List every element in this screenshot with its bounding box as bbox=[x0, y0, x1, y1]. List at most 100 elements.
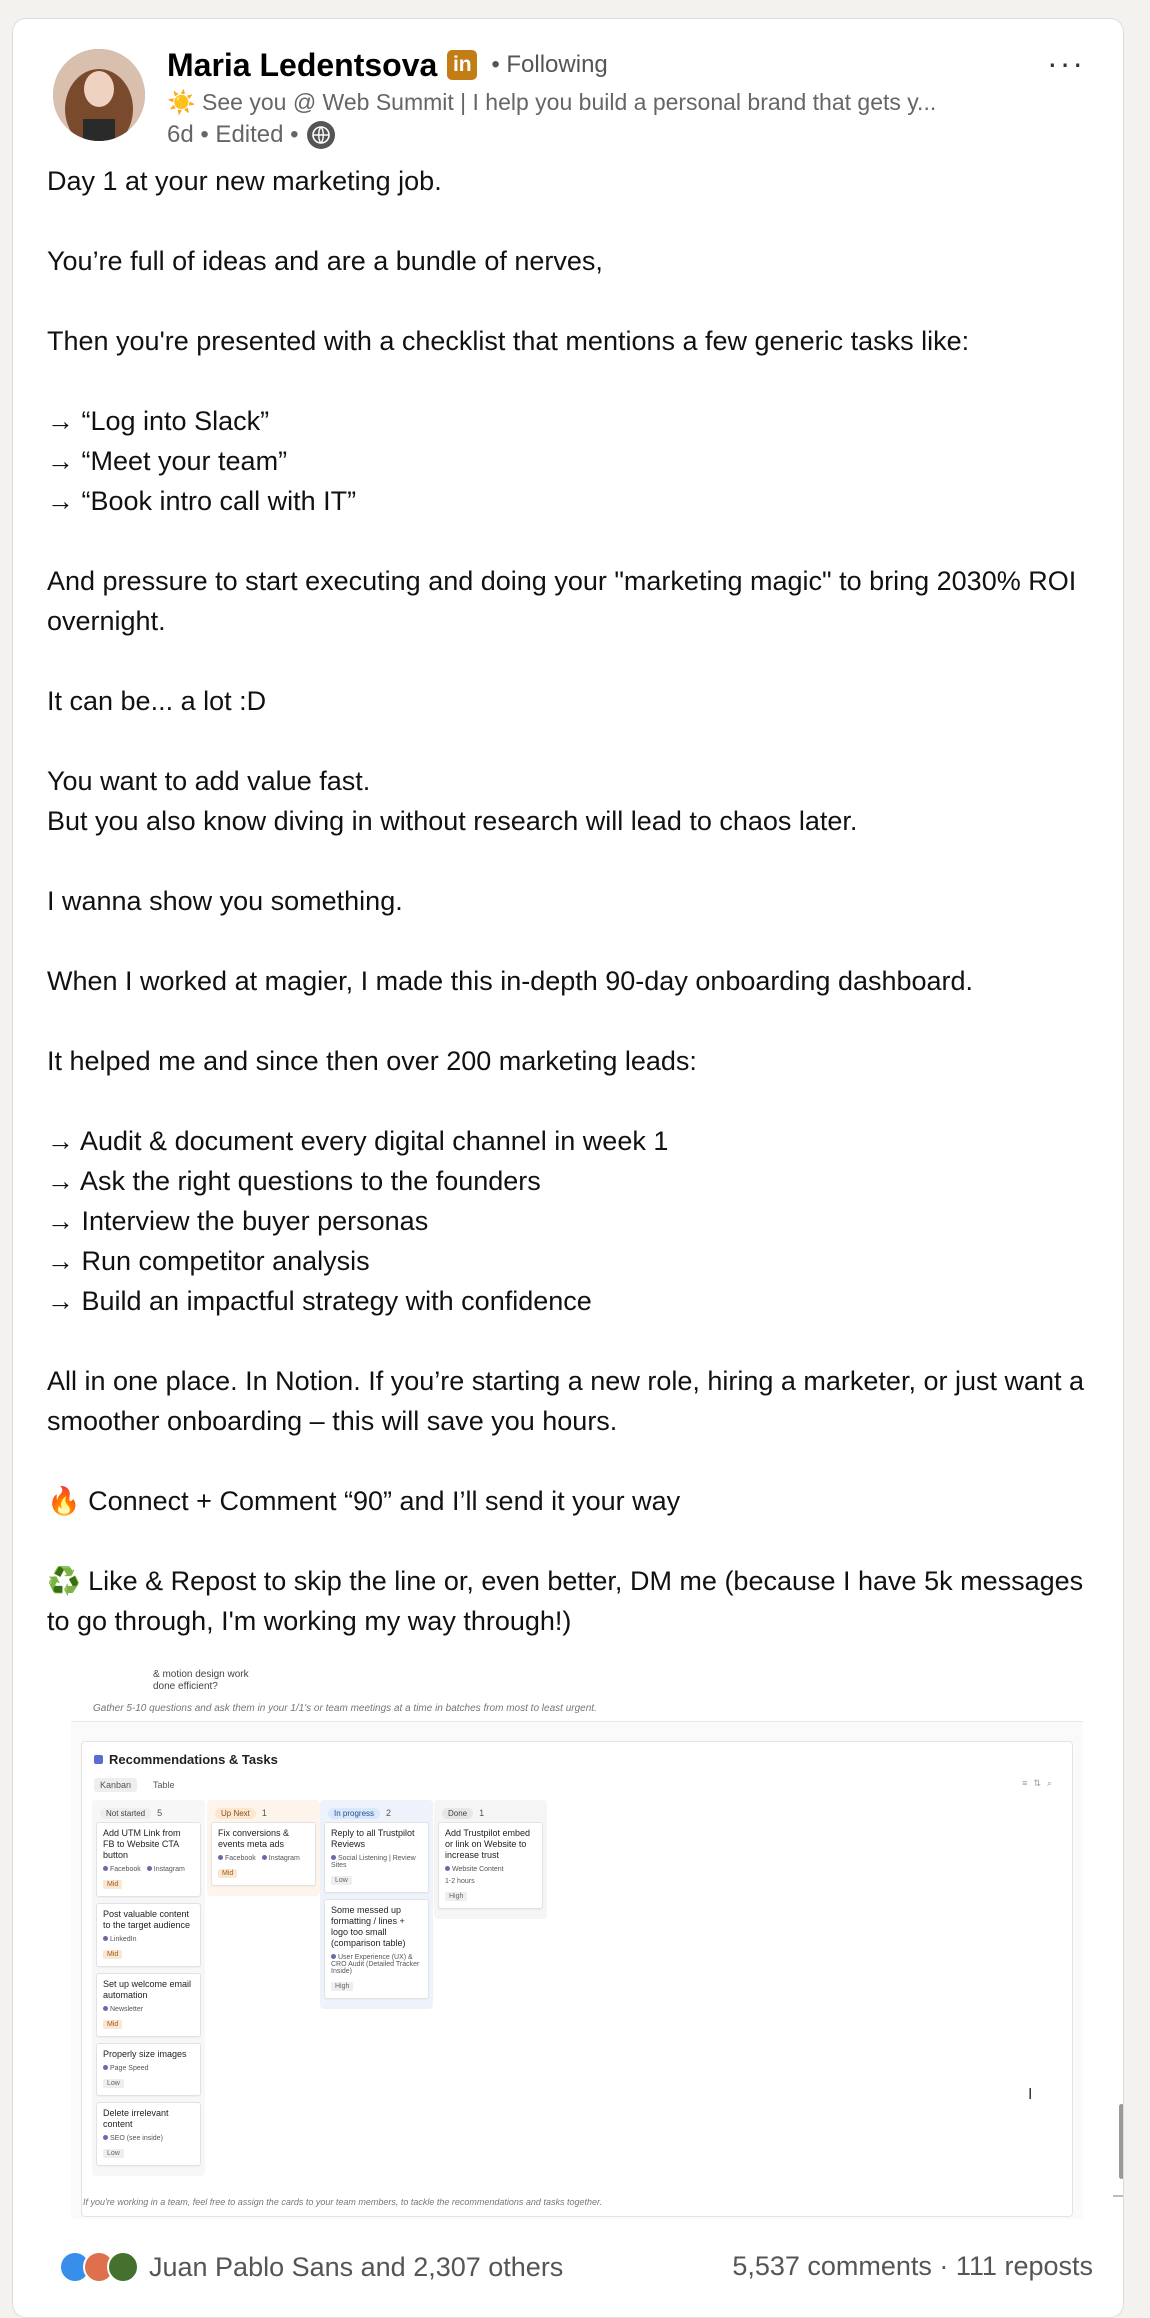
card-label-text: SEO (see inside) bbox=[110, 2135, 163, 2142]
label-dot-icon bbox=[103, 2065, 108, 2070]
card-labels: Page Speed bbox=[103, 2065, 194, 2072]
more-options-button[interactable]: ··· bbox=[1047, 47, 1085, 79]
post-line: → “Book intro call with IT” bbox=[47, 486, 357, 516]
card-labels: User Experience (UX) & CRO Audit (Detail… bbox=[331, 1954, 422, 1975]
priority-badge: Low bbox=[331, 1876, 352, 1885]
author-headline: ☀️ See you @ Web Summit | I help you bui… bbox=[167, 89, 937, 115]
priority-badge: Mid bbox=[103, 2020, 123, 2029]
screenshot-gather-note: Gather 5-10 questions and ask them in yo… bbox=[93, 1703, 597, 1714]
post-line: → Interview the buyer personas bbox=[47, 1206, 429, 1236]
post-line: When I worked at magier, I made this in-… bbox=[47, 966, 974, 996]
card-label: SEO (see inside) bbox=[103, 2135, 163, 2142]
card-label: LinkedIn bbox=[103, 1936, 136, 1943]
post-line: You want to add value fast. bbox=[47, 766, 371, 796]
card-labels: Website Content bbox=[445, 1866, 536, 1873]
card-title: Add Trustpilot embed or link on Website … bbox=[445, 1828, 531, 1860]
priority-badge: High bbox=[445, 1892, 468, 1901]
kanban-card: Reply to all Trustpilot Reviews Social Li… bbox=[324, 1822, 429, 1893]
post-line: → Build an impactful strategy with confi… bbox=[47, 1286, 592, 1316]
post-line: But you also know diving in without rese… bbox=[47, 806, 858, 836]
linkedin-premium-icon: in bbox=[447, 50, 478, 80]
collapse-dash-icon bbox=[1113, 2195, 1123, 2197]
card-time-estimate: 1-2 hours bbox=[445, 1878, 475, 1885]
panel-title-text: Recommendations & Tasks bbox=[109, 1752, 278, 1767]
post-line: Then you're presented with a checklist t… bbox=[47, 326, 970, 356]
post-meta: 6d • Edited • bbox=[167, 119, 335, 151]
post-line: → Audit & document every digital channel… bbox=[47, 1126, 669, 1156]
post-line: And pressure to start executing and doin… bbox=[47, 566, 1077, 636]
card-title: Fix conversions & events meta ads bbox=[218, 1828, 290, 1849]
author-avatar[interactable] bbox=[53, 49, 145, 141]
column-header: In progress 2 bbox=[324, 1804, 429, 1822]
card-label-text: Newsletter bbox=[110, 2006, 144, 2013]
card-label-text: Website Content bbox=[452, 1866, 504, 1873]
label-dot-icon bbox=[103, 2006, 108, 2011]
screenshot-footer-note: If you're working in a team, feel free t… bbox=[83, 2197, 603, 2207]
priority-badge: Low bbox=[103, 2149, 124, 2158]
card-label-text: LinkedIn bbox=[110, 1936, 137, 1943]
label-dot-icon bbox=[103, 2135, 108, 2140]
column-count: 2 bbox=[386, 1808, 392, 1818]
comments-reposts-count[interactable]: 5,537 comments · 111 reposts bbox=[732, 2251, 1093, 2282]
card-title: Properly size images bbox=[103, 2049, 187, 2059]
post-image[interactable]: & motion design work done efficient? Gat… bbox=[71, 1659, 1083, 2219]
following-status: • Following bbox=[491, 51, 608, 78]
post-line: 🔥 Connect + Comment “90” and I’ll send i… bbox=[47, 1486, 681, 1516]
card-label: Website Content bbox=[445, 1866, 504, 1873]
reactions-summary[interactable]: Juan Pablo Sans and 2,307 others bbox=[59, 2251, 563, 2283]
card-label: Facebook bbox=[103, 1866, 141, 1873]
priority-badge: Mid bbox=[103, 1950, 123, 1959]
post-line: → “Log into Slack” bbox=[47, 406, 270, 436]
column-header: Done 1 bbox=[438, 1804, 543, 1822]
author-name[interactable]: Maria Ledentsova bbox=[167, 45, 437, 85]
kanban-column: Not started 5 Add UTM Link from FB to Webs… bbox=[92, 1800, 205, 2176]
label-dot-icon bbox=[146, 1866, 152, 1871]
kanban-column: Done 1 Add Trustpilot embed or link on Web… bbox=[434, 1800, 547, 1919]
kanban-card: Some messed up formatting / lines + logo… bbox=[324, 1899, 429, 1999]
card-label-text: Social Listening | Review Sites bbox=[331, 1855, 416, 1869]
column-count: 5 bbox=[157, 1808, 163, 1818]
status-badge: Not started bbox=[100, 1807, 152, 1819]
label-dot-icon bbox=[331, 1855, 336, 1860]
card-title: Delete irrelevant content bbox=[103, 2108, 169, 2129]
reactors-text: Juan Pablo Sans and 2,307 others bbox=[149, 2251, 564, 2282]
kanban-column: Up Next 1 Fix conversions & events meta ad… bbox=[207, 1800, 320, 1896]
tab-table: Table bbox=[153, 1780, 175, 1790]
card-labels: Facebook Instagram bbox=[218, 1855, 309, 1862]
card-labels: Newsletter bbox=[103, 2006, 194, 2013]
column-header: Not started 5 bbox=[96, 1804, 201, 1822]
post-line: → “Meet your team” bbox=[47, 446, 288, 476]
kanban-card: Add UTM Link from FB to Website CTA butt… bbox=[96, 1822, 201, 1897]
post-line: → Run competitor analysis bbox=[47, 1246, 370, 1276]
post-line: It helped me and since then over 200 mar… bbox=[47, 1046, 697, 1076]
card-label: Instagram bbox=[261, 1855, 300, 1862]
label-dot-icon bbox=[261, 1855, 267, 1860]
kanban-card: Delete irrelevant content SEO (see inside… bbox=[96, 2102, 201, 2166]
card-labels: Social Listening | Review Sites bbox=[331, 1855, 422, 1869]
scrollbar[interactable] bbox=[1119, 2104, 1123, 2179]
card-label-text: User Experience (UX) & CRO Audit (Detail… bbox=[331, 1954, 420, 1975]
reaction-icons bbox=[59, 2251, 139, 2283]
text-cursor-icon: I bbox=[1028, 2086, 1033, 2103]
card-label-text: Instagram bbox=[153, 1866, 185, 1873]
checkbox-icon bbox=[94, 1755, 103, 1764]
card-title: Reply to all Trustpilot Reviews bbox=[331, 1828, 415, 1849]
support-reaction-icon bbox=[107, 2251, 139, 2283]
kanban-card: Set up welcome email automation Newslette… bbox=[96, 1973, 201, 2037]
card-title: Post valuable content to the target audi… bbox=[103, 1909, 191, 1930]
card-label-text: Facebook bbox=[225, 1855, 256, 1862]
status-badge: Up Next bbox=[215, 1807, 256, 1819]
post-line: → Ask the right questions to the founder… bbox=[47, 1166, 541, 1196]
author-name-row: Maria Ledentsova in • Following bbox=[167, 45, 608, 85]
status-badge: In progress bbox=[328, 1807, 381, 1819]
panel-title: Recommendations & Tasks bbox=[94, 1752, 278, 1767]
